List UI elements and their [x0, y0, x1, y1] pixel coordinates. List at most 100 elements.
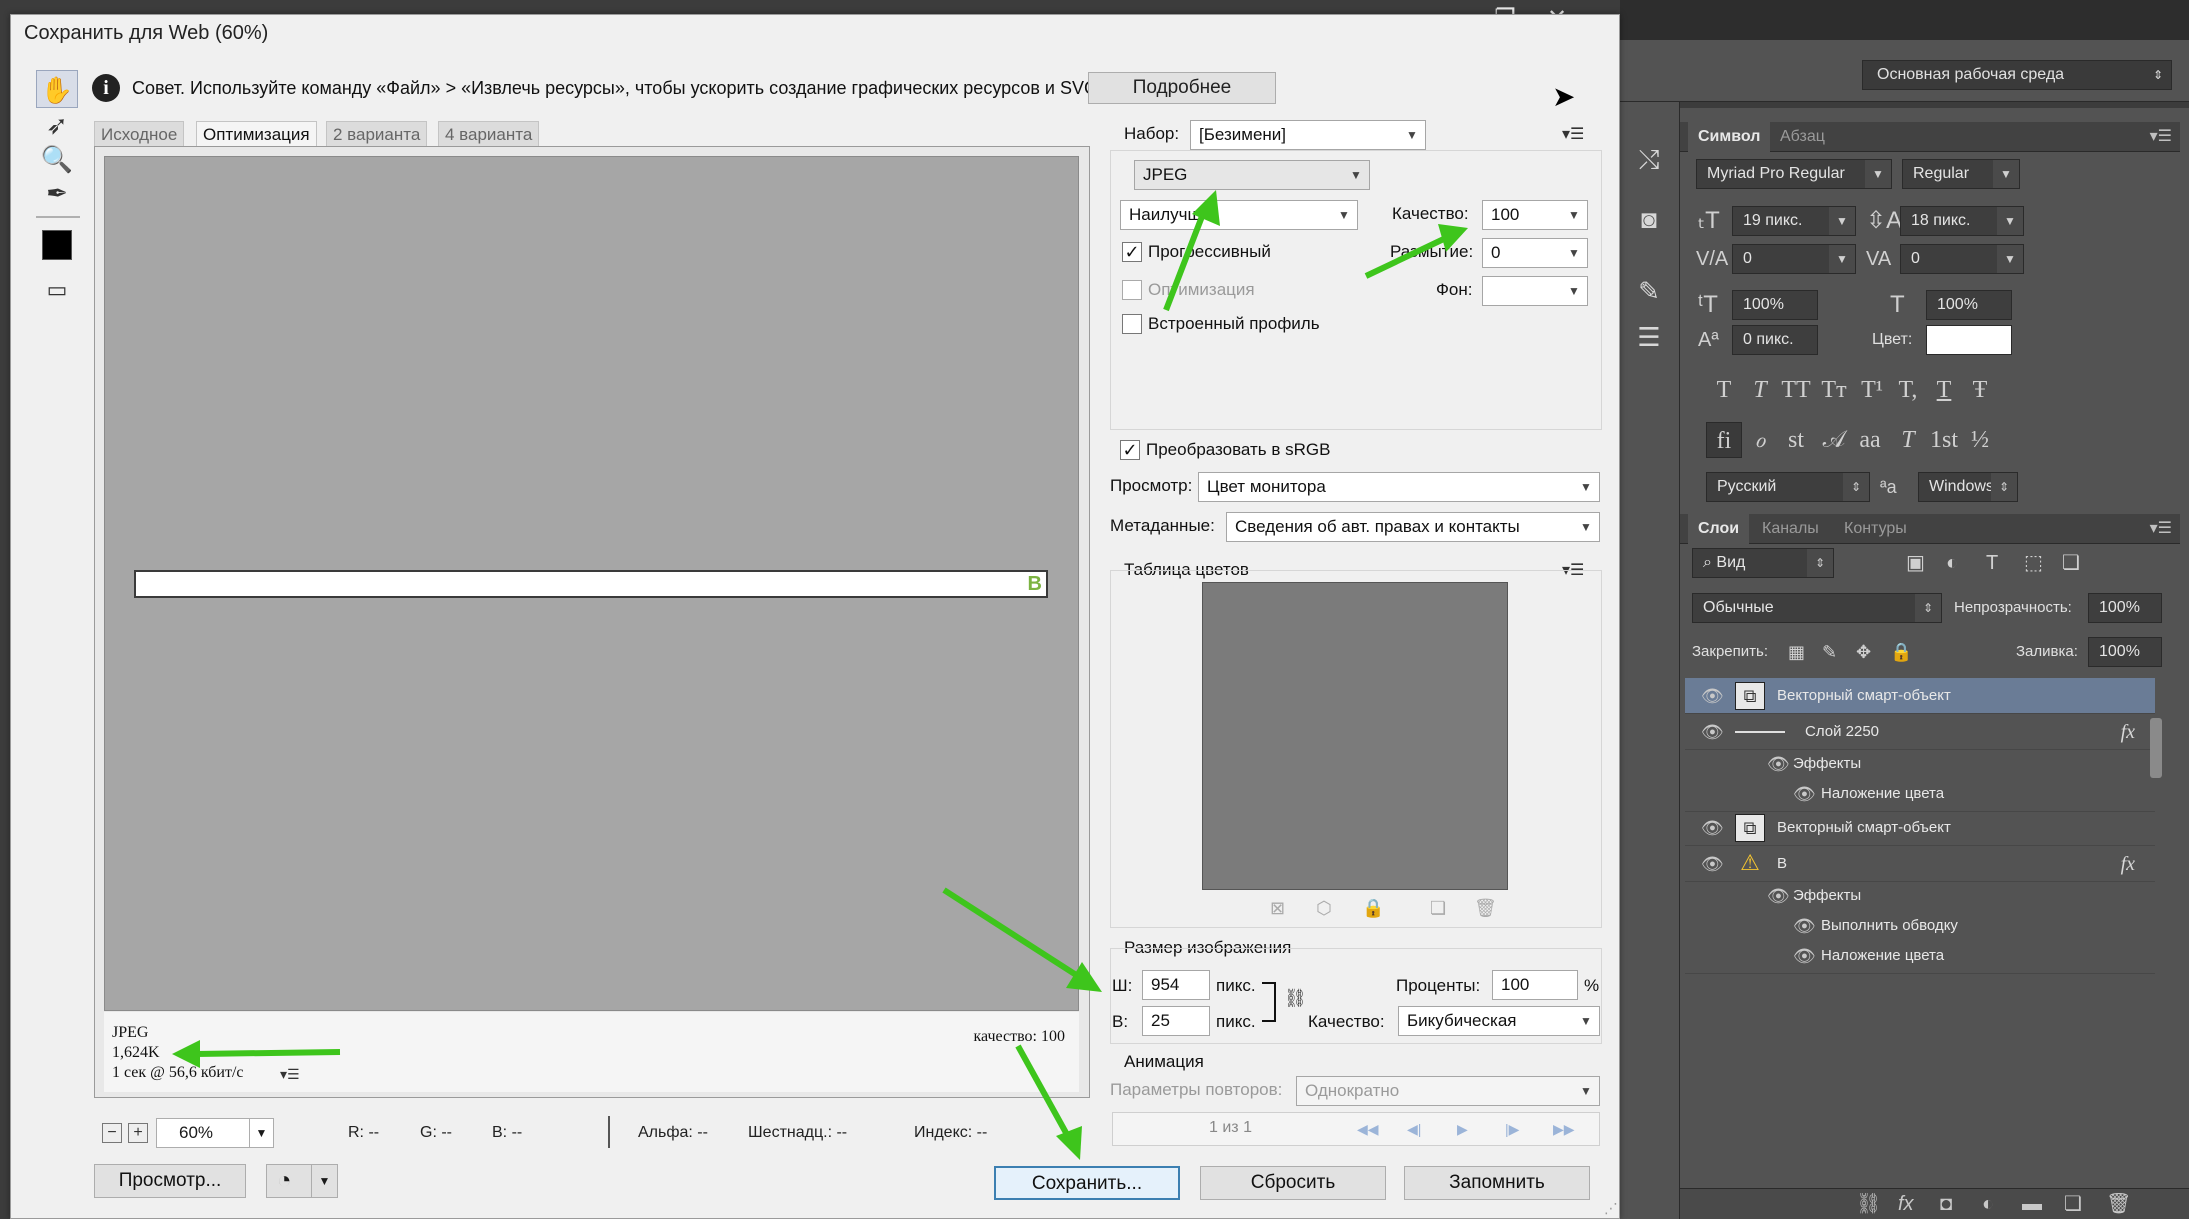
preview-mode-select[interactable]: Цвет монитора ▼	[1198, 472, 1600, 502]
new-layer-icon[interactable]: ❏	[2064, 1189, 2082, 1219]
preset-select[interactable]: [Безимени] ▼	[1190, 120, 1426, 150]
layer-effect-row[interactable]: 👁 Наложение цвета	[1685, 938, 2155, 974]
lock-all-icon[interactable]: 🔒	[1890, 637, 1912, 667]
filter-image-icon[interactable]: ▣	[1906, 548, 1925, 578]
metadata-select[interactable]: Сведения об авт. правах и контакты ▼	[1226, 512, 1600, 542]
preview-in-browser-button[interactable]: Просмотр...	[94, 1164, 246, 1198]
looping-select[interactable]: Однократно ▼	[1296, 1076, 1600, 1106]
tab-optimized[interactable]: Оптимизация	[196, 121, 317, 147]
zoom-level-select[interactable]: 60% ▼	[156, 1118, 274, 1148]
faux-italic-button[interactable]: T	[1742, 372, 1778, 408]
panel-menu-icon[interactable]: ▾☰	[2150, 122, 2172, 152]
eye-icon[interactable]: 👁	[1793, 776, 1816, 812]
width-field[interactable]: 954	[1142, 970, 1210, 1000]
small-caps-button[interactable]: Tт	[1816, 372, 1852, 408]
map-to-transparent-icon[interactable]: ⊠	[1270, 898, 1285, 919]
trash-icon[interactable]: 🗑	[1474, 898, 1497, 919]
eyedropper-color-swatch[interactable]	[42, 230, 72, 260]
progressive-checkbox[interactable]: ✓	[1122, 242, 1142, 262]
tab-paths[interactable]: Контуры	[1834, 514, 1917, 544]
eye-icon[interactable]: 👁	[1701, 846, 1724, 882]
tab-channels[interactable]: Каналы	[1752, 514, 1829, 544]
baseline-shift-field[interactable]: 0 пикс.	[1732, 325, 1818, 355]
color-table[interactable]	[1202, 582, 1508, 890]
lock-transparency-icon[interactable]: ▦	[1788, 637, 1805, 667]
text-color-swatch[interactable]	[1926, 325, 2012, 355]
eye-icon[interactable]: 👁	[1701, 678, 1724, 714]
play-icon[interactable]: ▶	[1457, 1121, 1468, 1138]
browser-select[interactable]: ◔ ▼	[266, 1164, 338, 1198]
filter-smart-object-icon[interactable]: ❏	[2062, 548, 2080, 578]
resample-select[interactable]: Бикубическая ▼	[1398, 1006, 1600, 1036]
horizontal-scale-field[interactable]: 100%	[1926, 290, 2012, 320]
quality-field[interactable]: 100 ▼	[1482, 200, 1588, 230]
eye-icon[interactable]: 👁	[1701, 810, 1724, 846]
optimize-menu-icon[interactable]: ▾☰	[1562, 124, 1584, 144]
lock-color-icon[interactable]: 🔒	[1362, 898, 1384, 919]
file-format-select[interactable]: JPEG ▼	[1134, 160, 1370, 190]
tab-4-up[interactable]: 4 варианта	[438, 121, 540, 147]
stylistic-alternates-button[interactable]: aa	[1852, 422, 1888, 458]
fill-field[interactable]: 100%	[2088, 637, 2162, 667]
layer-row[interactable]: 👁 ⧉ Векторный смарт-объект	[1685, 810, 2155, 846]
first-frame-icon[interactable]: ◀◀	[1357, 1121, 1379, 1138]
properties-icon[interactable]: ◙	[1632, 202, 1666, 236]
filter-type-icon[interactable]: T	[1986, 548, 1998, 578]
workspace-select[interactable]: Основная рабочая среда ⇕	[1862, 60, 2172, 90]
save-button[interactable]: Сохранить...	[994, 1166, 1180, 1200]
previous-frame-icon[interactable]: ◀|	[1407, 1121, 1421, 1138]
embed-profile-checkbox[interactable]	[1122, 314, 1142, 334]
fractions-button[interactable]: ½	[1962, 422, 1998, 458]
adjustment-layer-icon[interactable]: ◐	[1982, 1189, 1994, 1219]
zoom-out-button[interactable]: −	[102, 1123, 122, 1143]
matte-select[interactable]: ▼	[1482, 276, 1588, 306]
ordinals-button[interactable]: 1st	[1926, 422, 1962, 458]
font-size-field[interactable]: 19 пикс. ▼	[1732, 206, 1856, 236]
opacity-field[interactable]: 100%	[2088, 593, 2162, 623]
layers-scrollbar[interactable]	[2150, 718, 2162, 778]
layer-filter-select[interactable]: ⌕ Вид ⇕	[1692, 548, 1834, 578]
layer-effect-row[interactable]: 👁 Наложение цвета	[1685, 776, 2155, 812]
tracking-field[interactable]: 0 ▼	[1900, 244, 2024, 274]
layer-row[interactable]: 👁 ⧉ Векторный смарт-объект	[1685, 678, 2155, 714]
learn-more-button[interactable]: Подробнее	[1088, 72, 1276, 104]
filter-shape-icon[interactable]: ⬚	[2024, 548, 2043, 578]
eye-icon[interactable]: 👁	[1701, 714, 1724, 750]
tab-2-up[interactable]: 2 варианта	[326, 121, 428, 147]
all-caps-button[interactable]: TT	[1778, 372, 1814, 408]
download-speed-menu-icon[interactable]: ▾☰	[280, 1066, 300, 1083]
faux-bold-button[interactable]: T	[1706, 372, 1742, 408]
optimized-checkbox[interactable]	[1122, 280, 1142, 300]
ligatures-button[interactable]: fi	[1706, 422, 1742, 458]
font-style-select[interactable]: Regular ▼	[1902, 159, 2020, 189]
slice-select-tool-icon[interactable]: ➶	[36, 106, 78, 144]
add-style-icon[interactable]: fx	[1898, 1189, 1914, 1219]
height-field[interactable]: 25	[1142, 1006, 1210, 1036]
blur-field[interactable]: 0 ▼	[1482, 238, 1588, 268]
lock-position-icon[interactable]: ✥	[1856, 637, 1871, 667]
next-frame-icon[interactable]: |▶	[1505, 1121, 1519, 1138]
percent-field[interactable]: 100	[1492, 970, 1578, 1000]
last-frame-icon[interactable]: ▶▶	[1553, 1121, 1575, 1138]
old-style-button[interactable]: ℴ	[1742, 422, 1778, 458]
add-mask-icon[interactable]: ◘	[1940, 1189, 1952, 1219]
web-snap-icon[interactable]: ⬡	[1316, 898, 1332, 919]
vertical-scale-field[interactable]: 100%	[1732, 290, 1818, 320]
zoom-tool-icon[interactable]: 🔍	[36, 140, 78, 178]
layer-row[interactable]: 👁 ⚠ B fx	[1685, 846, 2155, 882]
remember-button[interactable]: Запомнить	[1404, 1166, 1590, 1200]
reset-button[interactable]: Сбросить	[1200, 1166, 1386, 1200]
antialias-select[interactable]: Windows ⇕	[1918, 472, 2018, 502]
quality-preset-select[interactable]: Наилучш ▼	[1120, 200, 1358, 230]
superscript-button[interactable]: T¹	[1854, 372, 1890, 408]
eye-icon[interactable]: 👁	[1793, 938, 1816, 974]
toggle-slices-icon[interactable]: ▭	[40, 276, 74, 304]
blend-mode-select[interactable]: Обычные ⇕	[1692, 593, 1942, 623]
history-icon[interactable]: ⤭	[1632, 142, 1666, 176]
eyedropper-tool-icon[interactable]: ✒	[36, 174, 78, 212]
new-group-icon[interactable]: ▬	[2022, 1189, 2042, 1219]
subscript-button[interactable]: T,	[1890, 372, 1926, 408]
tab-paragraph[interactable]: Абзац	[1770, 122, 1835, 152]
language-select[interactable]: Русский ⇕	[1706, 472, 1870, 502]
zoom-in-button[interactable]: +	[128, 1123, 148, 1143]
